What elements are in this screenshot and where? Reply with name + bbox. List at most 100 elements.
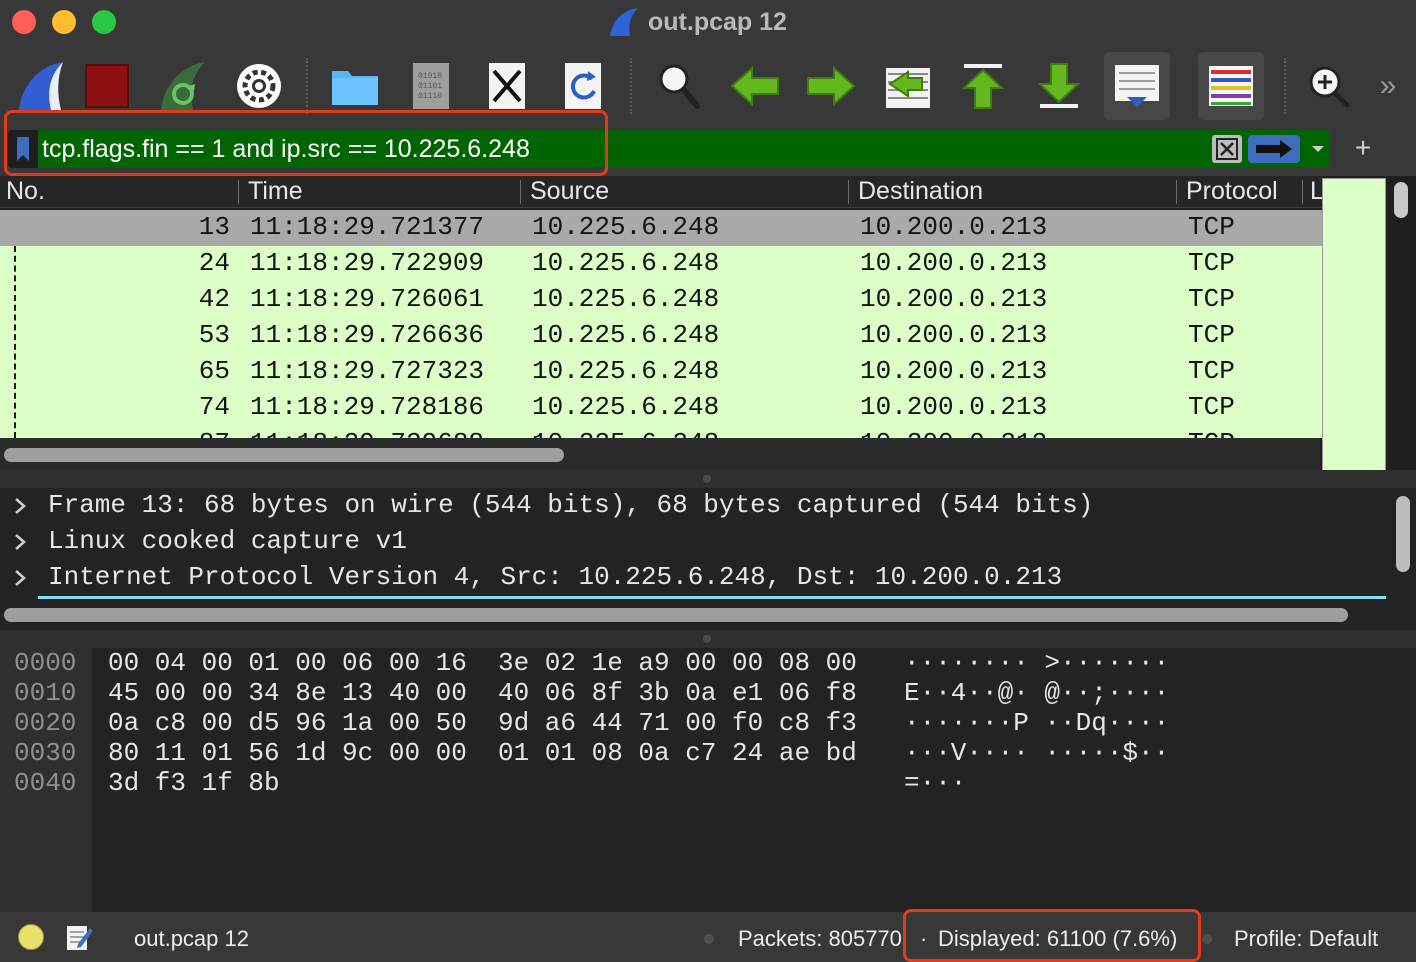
bytes-hex[interactable]: 40 06 8f 3b 0a e1 06 f8 <box>498 678 857 708</box>
toolbar-separator <box>630 58 632 114</box>
pane-splitter[interactable] <box>0 630 1416 648</box>
packet-destination: 10.200.0.213 <box>860 284 1048 314</box>
packet-source: 10.225.6.248 <box>532 212 720 242</box>
arrow-left-icon[interactable] <box>724 52 786 120</box>
details-scrollbar-horizontal[interactable] <box>4 608 1348 622</box>
restart-fin-icon[interactable] <box>152 52 214 120</box>
packet-row[interactable]: 65 11:18:29.727323 10.225.6.248 10.200.0… <box>0 354 1322 390</box>
chevron-right-icon[interactable] <box>12 568 28 588</box>
go-to-packet-icon[interactable] <box>876 52 938 120</box>
minimize-window-button[interactable] <box>52 10 76 34</box>
bytes-ascii[interactable]: E··4··@· @··;···· <box>904 678 1169 708</box>
packet-time: 11:18:29.728186 <box>250 392 485 422</box>
packet-number: 74 <box>198 392 230 422</box>
arrow-up-icon[interactable] <box>952 52 1014 120</box>
bytes-offset: 0040 <box>14 768 77 798</box>
add-filter-button[interactable]: + <box>1348 133 1378 163</box>
packet-bytes: 0000 00 04 00 01 00 06 00 16 3e 02 1e a9… <box>0 648 1416 912</box>
packet-row[interactable]: 74 11:18:29.728186 10.225.6.248 10.200.0… <box>0 390 1322 426</box>
packet-protocol: TCP <box>1188 320 1235 350</box>
filter-expression[interactable]: tcp.flags.fin == 1 and ip.src == 10.225.… <box>42 135 530 164</box>
packet-protocol: TCP <box>1188 356 1235 386</box>
column-header-no[interactable]: No. <box>6 177 45 206</box>
bytes-hex[interactable]: 0a c8 00 d5 96 1a 00 50 <box>108 708 467 738</box>
column-divider[interactable] <box>1176 180 1177 204</box>
bytes-hex[interactable]: 80 11 01 56 1d 9c 00 00 <box>108 738 467 768</box>
packet-row[interactable]: 13 11:18:29.721377 10.225.6.248 10.200.0… <box>0 210 1322 246</box>
tree-item-linux-cooked[interactable]: Linux cooked capture v1 <box>0 524 1386 560</box>
filter-history-dropdown[interactable] <box>1308 134 1328 164</box>
bytes-hex[interactable]: 3d f3 1f 8b <box>108 768 280 798</box>
bytes-hex[interactable]: 45 00 00 34 8e 13 40 00 <box>108 678 467 708</box>
packet-time: 11:18:29.726636 <box>250 320 485 350</box>
status-profile[interactable]: Profile: Default <box>1234 926 1378 952</box>
column-divider[interactable] <box>520 180 521 204</box>
arrow-right-icon[interactable] <box>800 52 862 120</box>
details-scrollbar-vertical[interactable] <box>1396 496 1410 572</box>
packet-row[interactable]: 42 11:18:29.726061 10.225.6.248 10.200.0… <box>0 282 1322 318</box>
splitter-handle[interactable] <box>703 635 711 643</box>
column-divider[interactable] <box>1302 180 1303 204</box>
status-separator-dot <box>1202 934 1212 944</box>
auto-scroll-icon[interactable] <box>1104 52 1170 120</box>
bytes-hex[interactable]: 00 04 00 01 00 06 00 16 <box>108 648 467 678</box>
tree-item-frame[interactable]: Frame 13: 68 bytes on wire (544 bits), 6… <box>0 488 1386 524</box>
packet-row[interactable]: 87 11:18:29.729688 10.225.6.248 10.200.0… <box>0 426 1322 438</box>
zoom-in-icon[interactable] <box>1298 52 1360 120</box>
column-header-time[interactable]: Time <box>248 177 303 206</box>
tree-item-ipv4[interactable]: Internet Protocol Version 4, Src: 10.225… <box>0 560 1386 596</box>
bytes-hex[interactable]: 3e 02 1e a9 00 00 08 00 <box>498 648 857 678</box>
chevron-right-icon[interactable] <box>12 496 28 516</box>
expert-info-icon[interactable] <box>18 924 44 950</box>
arrow-down-icon[interactable] <box>1028 52 1090 120</box>
packet-list: No. Time Source Destination Protocol L 1… <box>0 176 1416 470</box>
binary-file-icon[interactable]: 01010 01101 01110 <box>400 52 462 120</box>
packet-protocol: TCP <box>1188 428 1235 438</box>
bytes-ascii[interactable]: =··· <box>904 768 966 798</box>
chevron-right-icon[interactable] <box>12 532 28 552</box>
bytes-offset: 0020 <box>14 708 77 738</box>
focus-underline <box>38 596 1386 599</box>
bytes-hex[interactable]: 9d a6 44 71 00 f0 c8 f3 <box>498 708 857 738</box>
packet-row[interactable]: 24 11:18:29.722909 10.225.6.248 10.200.0… <box>0 246 1322 282</box>
window-title-group: out.pcap 12 <box>608 4 787 40</box>
column-header-source[interactable]: Source <box>530 177 609 206</box>
double-chevron-icon[interactable]: » <box>1366 52 1410 120</box>
pane-splitter[interactable] <box>0 470 1416 488</box>
column-divider[interactable] <box>848 180 849 204</box>
bytes-ascii[interactable]: ·······P ··Dq···· <box>904 708 1169 738</box>
reload-file-icon[interactable] <box>552 52 614 120</box>
bytes-ascii[interactable]: ········ >······· <box>904 648 1169 678</box>
packet-source: 10.225.6.248 <box>532 284 720 314</box>
column-header-destination[interactable]: Destination <box>858 177 983 206</box>
bytes-offset: 0000 <box>14 648 77 678</box>
gear-icon[interactable] <box>228 52 290 120</box>
clear-filter-button[interactable] <box>1212 135 1242 163</box>
apply-filter-button[interactable] <box>1248 135 1300 163</box>
shark-fin-icon[interactable] <box>10 52 72 120</box>
packet-row[interactable]: 53 11:18:29.726636 10.225.6.248 10.200.0… <box>0 318 1322 354</box>
bytes-ascii[interactable]: ···V···· ·····$·· <box>904 738 1169 768</box>
display-filter-field[interactable]: tcp.flags.fin == 1 and ip.src == 10.225.… <box>8 130 1330 168</box>
packet-list-scrollbar-vertical[interactable] <box>1394 182 1408 218</box>
close-file-icon[interactable] <box>476 52 538 120</box>
splitter-handle[interactable] <box>703 475 711 483</box>
column-header-protocol[interactable]: Protocol <box>1186 177 1278 206</box>
bookmark-icon[interactable] <box>8 130 38 168</box>
stop-square-icon[interactable] <box>76 52 138 120</box>
magnifier-icon[interactable] <box>648 52 710 120</box>
scrollbar-thumb[interactable] <box>4 448 564 462</box>
close-window-button[interactable] <box>12 10 36 34</box>
folder-icon[interactable] <box>324 52 386 120</box>
zoom-window-button[interactable] <box>92 10 116 34</box>
packet-number: 87 <box>0 428 230 438</box>
toolbar-separator <box>306 58 308 114</box>
bytes-hex[interactable]: 01 01 08 0a c7 24 ae bd <box>498 738 857 768</box>
window-title: out.pcap 12 <box>648 7 787 36</box>
column-divider[interactable] <box>238 180 239 204</box>
packet-minimap[interactable] <box>1322 178 1386 470</box>
capture-comment-icon[interactable] <box>64 922 94 952</box>
colorize-icon[interactable] <box>1198 52 1264 120</box>
status-separator-dot <box>704 934 714 944</box>
packet-list-scrollbar-horizontal[interactable] <box>0 438 1320 470</box>
